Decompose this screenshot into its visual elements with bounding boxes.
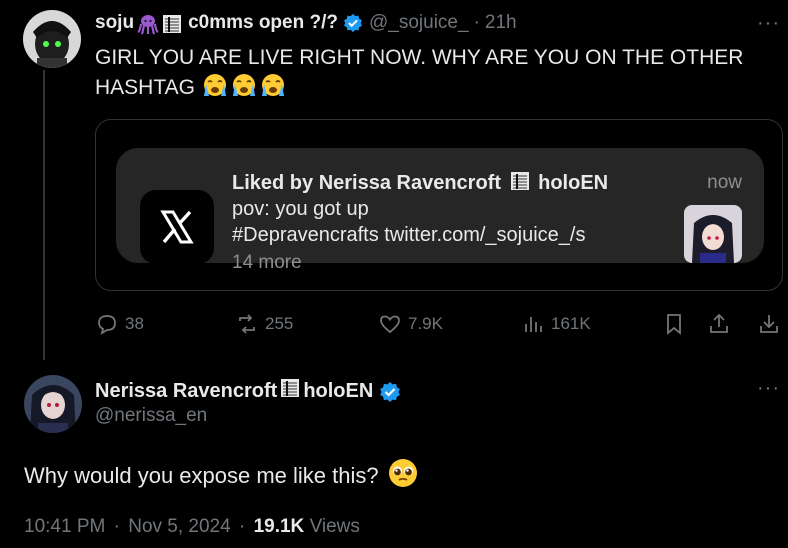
author-name[interactable]: Nerissa Ravencroft	[95, 380, 277, 403]
tweet-text: GIRL YOU ARE LIVE RIGHT NOW. WHY ARE YOU…	[95, 44, 780, 102]
music-score-emoji-icon	[509, 170, 531, 198]
main-tweet-header: Nerissa Ravencroft holoEN	[95, 377, 405, 405]
separator-dot: ·	[238, 516, 246, 537]
x-logo-icon	[140, 190, 214, 264]
thread-connector-line	[43, 70, 45, 360]
more-options-button[interactable]: ···	[757, 12, 780, 35]
attached-image[interactable]: Liked by Nerissa Ravencroft holoEN now p…	[95, 119, 783, 291]
music-score-emoji-icon	[279, 377, 301, 405]
tweet-timestamp[interactable]: 10:41 PM	[24, 516, 105, 537]
repost-button[interactable]: 255	[235, 312, 293, 336]
music-score-emoji-icon	[161, 13, 182, 33]
avatar[interactable]	[23, 10, 81, 68]
repost-count: 255	[265, 314, 294, 333]
repost-icon	[239, 314, 255, 334]
views-label: Views	[309, 516, 360, 537]
bookmark-icon	[667, 314, 681, 335]
avatar[interactable]	[24, 375, 82, 433]
notification-line-2: #Depravencrafts twitter.com/_sojuice_/s	[232, 224, 586, 246]
tweet-action-bar: 38 255 7.9K 161K	[95, 312, 785, 342]
download-button[interactable]	[757, 312, 787, 336]
tweet-header: soju c0mms open ?/? @_sojuice_ · 21h	[95, 12, 517, 35]
notification-card: Liked by Nerissa Ravencroft holoEN now p…	[116, 148, 764, 273]
heart-icon	[380, 315, 400, 334]
notification-title-suffix: holoEN	[538, 172, 609, 194]
octopus-emoji-icon	[137, 13, 159, 35]
download-icon	[760, 315, 778, 333]
notification-more-count: 14 more	[232, 252, 302, 273]
verified-badge-icon	[379, 381, 401, 402]
like-button[interactable]: 7.9K	[378, 312, 443, 336]
analytics-icon	[525, 317, 542, 332]
notification-thumbnail-image	[684, 205, 742, 263]
share-icon	[710, 313, 728, 333]
views-count: 19.1K	[253, 516, 305, 537]
author-name-suffix[interactable]: c0mms open ?/?	[188, 12, 338, 34]
reply-button[interactable]: 38	[95, 312, 144, 336]
tweet-time[interactable]: 21h	[485, 12, 517, 34]
author-name-suffix[interactable]: holoEN	[303, 380, 373, 403]
notification-title-text: Liked by Nerissa Ravencroft	[232, 172, 501, 194]
views-button[interactable]: 161K	[521, 312, 591, 336]
share-button[interactable]	[707, 312, 737, 336]
crying-face-emoji-icon	[201, 72, 287, 98]
notification-time: now	[707, 172, 742, 193]
separator-dot: ·	[473, 12, 480, 33]
author-name[interactable]: soju	[95, 12, 134, 34]
reply-icon	[98, 315, 116, 335]
notification-line-1: pov: you got up	[232, 198, 369, 220]
tweet-text-content: GIRL YOU ARE LIVE RIGHT NOW. WHY ARE YOU…	[95, 46, 744, 99]
author-handle[interactable]: @_sojuice_	[369, 12, 469, 34]
verified-badge-icon	[343, 13, 363, 33]
pleading-face-emoji-icon	[387, 457, 419, 495]
separator-dot: ·	[113, 516, 120, 537]
main-tweet-text: Why would you expose me like this?	[24, 457, 419, 495]
tweet-metadata: 10:41 PM · Nov 5, 2024 · 19.1K Views	[24, 516, 360, 538]
views-count: 161K	[551, 314, 591, 333]
author-handle[interactable]: @nerissa_en	[95, 405, 207, 427]
tweet-date[interactable]: Nov 5, 2024	[128, 516, 230, 537]
like-count: 7.9K	[408, 314, 443, 333]
reply-count: 38	[125, 314, 144, 333]
notification-title: Liked by Nerissa Ravencroft holoEN	[232, 170, 608, 198]
bookmark-button[interactable]	[662, 312, 692, 336]
more-options-button[interactable]: ···	[757, 377, 780, 400]
main-tweet-text-content: Why would you expose me like this?	[24, 463, 379, 488]
